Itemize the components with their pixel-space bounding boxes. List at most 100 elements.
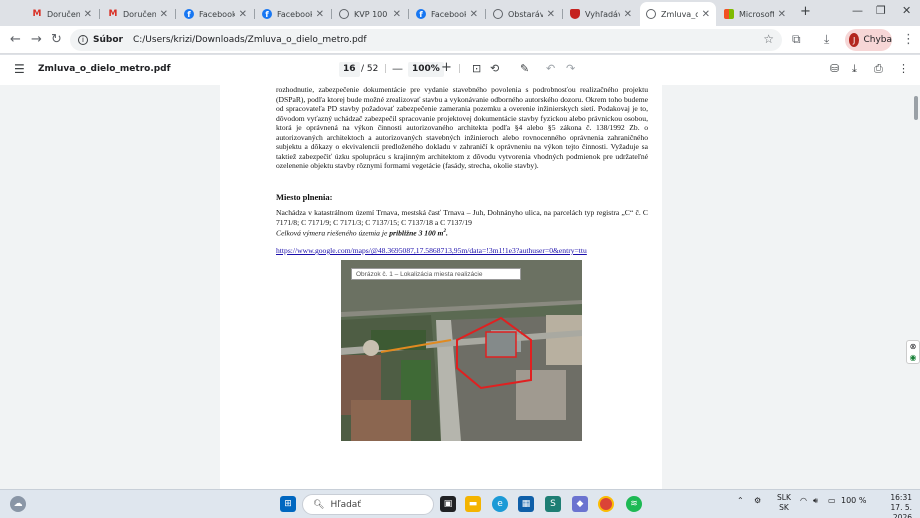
tab-gmail-1[interactable]: MDoručené✕ bbox=[26, 4, 98, 24]
tab-facebook-3[interactable]: f Facebook ✕ bbox=[410, 4, 484, 24]
facebook-icon: f bbox=[184, 9, 194, 19]
zoom-out-icon[interactable]: — bbox=[392, 62, 403, 75]
profile-status: Chyba bbox=[863, 35, 892, 45]
close-window-icon[interactable]: ✕ bbox=[902, 4, 911, 17]
area-line: Celková výmera riešeného územia je pribl… bbox=[276, 228, 448, 238]
tab-vyhladavanie[interactable]: Vyhľadáva✕ bbox=[564, 4, 638, 24]
tab-zmluva-active[interactable]: Zmluva_o_✕ bbox=[640, 2, 716, 26]
task-view-icon[interactable]: ▣ bbox=[440, 496, 456, 512]
scheme-label: Súbor bbox=[93, 35, 123, 45]
tab-strip: MDoručené✕ MDoručené✕ fFacebook✕ fFacebo… bbox=[0, 0, 920, 26]
tab-obstaravanie[interactable]: Obstaráva✕ bbox=[487, 4, 561, 24]
close-icon[interactable]: ✕ bbox=[239, 9, 247, 20]
scrollbar-thumb[interactable] bbox=[914, 96, 918, 120]
zoom-input[interactable]: 100% bbox=[408, 62, 444, 77]
redo-icon[interactable]: ↷ bbox=[566, 62, 575, 75]
zoom-in-icon[interactable]: + bbox=[441, 60, 452, 75]
close-icon[interactable]: ✕ bbox=[778, 9, 786, 20]
restore-icon[interactable]: ❐ bbox=[876, 4, 886, 17]
tab-kvp[interactable]: KVP 100 p✕ bbox=[333, 4, 407, 24]
fit-page-icon[interactable]: ⊡ bbox=[472, 62, 481, 75]
vertical-scrollbar[interactable] bbox=[912, 85, 920, 489]
info-icon[interactable]: i bbox=[78, 35, 88, 45]
download-pdf-icon[interactable]: ⤓ bbox=[852, 62, 857, 76]
download-icon[interactable]: ⤓ bbox=[824, 32, 829, 47]
app-icon[interactable]: ◆ bbox=[572, 496, 588, 512]
file-explorer-icon[interactable]: ▬ bbox=[465, 496, 481, 512]
rotate-icon[interactable]: ⟲ bbox=[490, 62, 499, 75]
page-total: / 52 bbox=[361, 64, 379, 74]
annotate-pen-icon[interactable]: ✎ bbox=[520, 62, 529, 75]
search-icon: 🔍︎ bbox=[313, 499, 325, 510]
close-icon[interactable]: ✕ bbox=[84, 9, 92, 20]
new-tab-button[interactable]: + bbox=[800, 4, 811, 19]
taskbar-search[interactable]: 🔍︎ Hľadať bbox=[302, 494, 434, 515]
widgets-icon[interactable]: ☁ bbox=[10, 496, 26, 512]
tab-microsoft[interactable]: Microsoft ✕ bbox=[718, 4, 792, 24]
close-icon[interactable]: ✕ bbox=[316, 9, 324, 20]
print-icon[interactable]: ⎙ bbox=[874, 62, 883, 76]
bookmark-star-icon[interactable]: ☆ bbox=[763, 32, 774, 46]
paragraph: rozhodnutie, zabezpečenie dokumentácie p… bbox=[276, 85, 648, 170]
pdf-toolbar: ☰ Zmluva_o_dielo_metro.pdf 16 / 52 | — 1… bbox=[0, 55, 920, 85]
aerial-map-graphic bbox=[341, 260, 582, 441]
tray-chevron-icon[interactable]: ⌃ bbox=[737, 496, 744, 505]
chrome-icon[interactable] bbox=[598, 496, 614, 512]
app-icon[interactable]: S bbox=[545, 496, 561, 512]
gmail-icon: M bbox=[108, 9, 118, 19]
close-icon[interactable]: ✕ bbox=[547, 9, 555, 20]
page-number-input[interactable]: 16 bbox=[339, 62, 360, 77]
taskbar: ☁ ⊞ 🔍︎ Hľadať ▣ ▬ e ▦ S ◆ ≋ ⌃ ⚙ SLK SK ◠ 🔊… bbox=[0, 489, 920, 518]
reload-icon[interactable]: ↻ bbox=[51, 32, 62, 47]
divider: | bbox=[458, 64, 462, 74]
tab-facebook-2[interactable]: f Facebook ✕ bbox=[256, 4, 330, 24]
minimize-icon[interactable]: — bbox=[852, 4, 863, 17]
facebook-icon: f bbox=[416, 9, 426, 19]
battery-icon[interactable]: ▭ bbox=[828, 496, 836, 505]
edge-icon[interactable]: e bbox=[492, 496, 508, 512]
pdf-page: rozhodnutie, zabezpečenie dokumentácie p… bbox=[220, 85, 662, 489]
app-tray-icon[interactable]: ⚙ bbox=[754, 496, 761, 505]
gmail-icon: M bbox=[32, 9, 42, 19]
clock[interactable]: 16:31 17. 5. 2026 bbox=[872, 493, 912, 518]
pdf-filename: Zmluva_o_dielo_metro.pdf bbox=[38, 64, 171, 74]
avatar: J bbox=[849, 33, 860, 47]
wifi-icon[interactable]: ◠ bbox=[800, 496, 807, 505]
close-icon[interactable]: ✕ bbox=[393, 9, 401, 20]
annotations-toggle-icon[interactable]: ⛁ bbox=[830, 62, 839, 75]
more-actions-icon[interactable]: ⋮ bbox=[898, 62, 909, 75]
divider: | bbox=[384, 64, 388, 74]
section-heading: Miesto plnenia: bbox=[276, 192, 333, 202]
extensions-icon[interactable]: ⧉ bbox=[792, 32, 801, 47]
tab-gmail-2[interactable]: MDoručené✕ bbox=[102, 4, 174, 24]
forward-icon[interactable]: → bbox=[31, 32, 42, 47]
globe-icon bbox=[646, 9, 656, 19]
tab-facebook-1[interactable]: f Facebook ✕ bbox=[178, 4, 253, 24]
aerial-map-image: Obrázok č. 1 – Lokalizácia miesta realiz… bbox=[341, 260, 582, 441]
maps-link[interactable]: https://www.google.com/maps/@48.3695087,… bbox=[276, 246, 587, 256]
start-menu-icon[interactable]: ⊞ bbox=[280, 496, 296, 512]
browser-toolbar: ← → ↻ i Súbor C:/Users/krizi/Downloads/Z… bbox=[0, 26, 920, 54]
back-icon[interactable]: ← bbox=[10, 32, 21, 47]
volume-icon[interactable]: 🔊︎ bbox=[813, 496, 818, 506]
close-icon[interactable]: ✕ bbox=[702, 9, 710, 20]
menu-dots-icon[interactable]: ⋮ bbox=[902, 32, 915, 47]
spotify-icon[interactable]: ≋ bbox=[626, 496, 642, 512]
url-text[interactable]: C:/Users/krizi/Downloads/Zmluva_o_dielo_… bbox=[133, 35, 367, 45]
green-action-icon[interactable]: ◉ bbox=[907, 352, 919, 363]
language-indicator[interactable]: SLK SK bbox=[777, 493, 791, 513]
pdf-viewer[interactable]: rozhodnutie, zabezpečenie dokumentácie p… bbox=[0, 85, 920, 489]
close-circle-icon[interactable]: ⊗ bbox=[907, 341, 919, 352]
paragraph: Nachádza v katastrálnom území Trnava, me… bbox=[276, 208, 648, 227]
close-icon[interactable]: ✕ bbox=[160, 9, 168, 20]
side-panel-buttons[interactable]: ⊗ ◉ bbox=[906, 340, 920, 364]
close-icon[interactable]: ✕ bbox=[624, 9, 632, 20]
hamburger-menu-icon[interactable]: ☰ bbox=[14, 62, 25, 76]
address-bar[interactable]: i Súbor C:/Users/krizi/Downloads/Zmluva_… bbox=[70, 29, 782, 51]
profile-button[interactable]: J Chyba bbox=[845, 29, 892, 51]
globe-icon bbox=[339, 9, 349, 19]
store-icon[interactable]: ▦ bbox=[518, 496, 534, 512]
close-icon[interactable]: ✕ bbox=[470, 9, 478, 20]
undo-icon[interactable]: ↶ bbox=[546, 62, 555, 75]
globe-icon bbox=[493, 9, 503, 19]
